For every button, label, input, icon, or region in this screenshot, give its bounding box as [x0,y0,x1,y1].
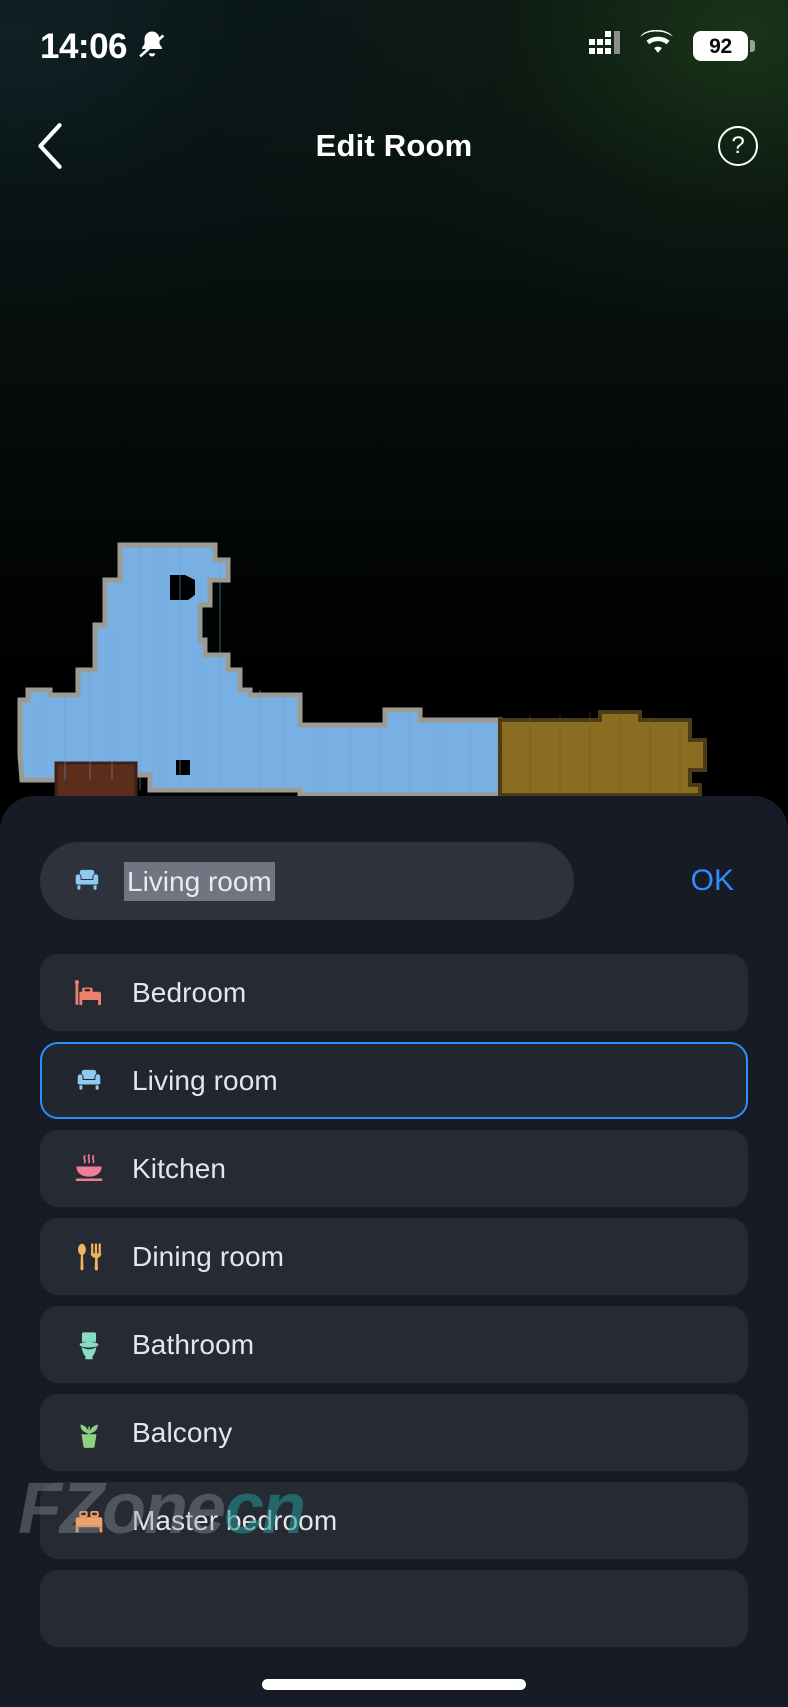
status-bar: 14:06 92 [0,0,788,92]
edit-room-sheet: Living room OK Bedroom Living room Kitch… [0,796,788,1707]
room-option-label: Bathroom [132,1328,255,1360]
bed-icon [68,972,110,1014]
back-button[interactable] [12,110,88,182]
room-option-label: Master bedroom [132,1504,338,1536]
map-room-brown [498,710,707,797]
home-indicator[interactable] [262,1679,526,1690]
bell-muted-icon [137,29,167,64]
room-option-label: Dining room [132,1240,285,1272]
map-room-red [54,761,138,800]
help-circle-icon: ? [718,126,758,166]
room-option-living-room[interactable]: Living room [40,1042,748,1119]
room-option-balcony[interactable]: Balcony [40,1394,748,1471]
app-header: Edit Room ? [0,110,788,182]
sofa-icon [66,860,108,902]
bowl-icon [68,1148,110,1190]
floor-plan-map[interactable] [0,200,788,800]
room-option-dining-room[interactable]: Dining room [40,1218,748,1295]
room-option-label: Living room [132,1064,278,1096]
room-type-list: Bedroom Living room Kitchen Dining room … [40,954,748,1707]
help-button[interactable]: ? [700,110,776,182]
cellular-signal-icon [589,30,623,62]
status-bar-right: 92 [589,29,755,62]
room-option-kitchen[interactable]: Kitchen [40,1130,748,1207]
room-name-value: Living room [124,861,275,901]
phone-screen: 14:06 92 Edit Room ? Living room OK Bedr… [0,0,788,1707]
toilet-icon [68,1324,110,1366]
bed-icon [68,1500,110,1542]
room-option-label: Balcony [132,1416,233,1448]
room-option-label: Bedroom [132,976,247,1008]
room-option-partial[interactable] [40,1570,748,1647]
room-option-master-bedroom[interactable]: Master bedroom [40,1482,748,1559]
status-time: 14:06 [40,26,128,66]
room-icon-placeholder [68,1588,110,1630]
room-option-label: Kitchen [132,1152,227,1184]
wifi-icon [640,29,676,62]
room-name-input[interactable]: Living room [40,842,574,920]
map-svg [17,542,707,800]
chevron-left-icon [38,123,62,169]
sofa-icon [68,1060,110,1102]
room-name-input-row: Living room OK [40,842,748,920]
room-option-bedroom[interactable]: Bedroom [40,954,748,1031]
ok-button[interactable]: OK [677,854,748,908]
plant-icon [68,1412,110,1454]
status-bar-left: 14:06 [40,29,167,64]
battery-indicator: 92 [693,31,755,61]
battery-level-text: 92 [709,34,732,58]
room-option-bathroom[interactable]: Bathroom [40,1306,748,1383]
page-title: Edit Room [315,128,473,163]
cutlery-icon [68,1236,110,1278]
